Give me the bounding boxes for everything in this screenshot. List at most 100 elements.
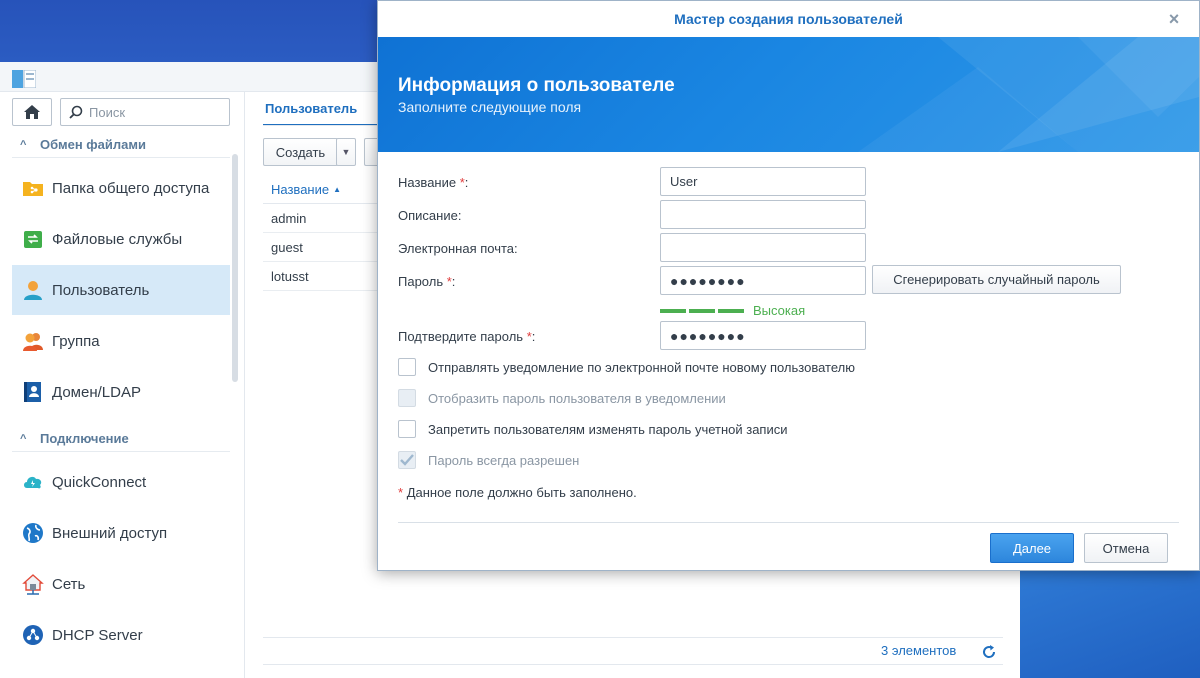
checkbox-send-notification[interactable]: Отправлять уведомление по электронной по…	[398, 358, 855, 376]
description-input[interactable]	[660, 200, 866, 229]
desktop-background-corner	[1020, 560, 1200, 678]
section-connectivity[interactable]: ^ Подключение	[12, 426, 230, 452]
email-label: Электронная почта:	[398, 241, 518, 256]
checkbox-label: Отправлять уведомление по электронной по…	[428, 359, 855, 375]
sidebar-item-network[interactable]: Сеть	[12, 559, 230, 609]
required-note-text: Данное поле должно быть заполнено.	[406, 485, 637, 500]
confirm-label-text: Подтвердите пароль	[398, 329, 524, 344]
checkbox-label: Запретить пользователям изменять пароль …	[428, 421, 788, 437]
sidebar-item-group[interactable]: Группа	[12, 316, 230, 366]
checkbox[interactable]	[398, 358, 416, 376]
dhcp-server-icon	[23, 625, 43, 645]
sidebar-item-label: QuickConnect	[52, 473, 147, 491]
sidebar-item-label: Внешний доступ	[52, 524, 168, 542]
checkbox-password-never-expires[interactable]: Пароль всегда разрешен	[398, 451, 579, 469]
checkbox-label: Отобразить пароль пользователя в уведомл…	[428, 390, 726, 406]
cell-user-name: admin	[271, 210, 307, 226]
user-icon	[24, 281, 42, 300]
item-count: 3 элементов	[881, 643, 957, 658]
cell-user-name: guest	[271, 239, 303, 255]
external-access-icon	[23, 523, 43, 543]
tab-users[interactable]: Пользователь	[263, 92, 383, 126]
sidebar-item-label: Пользователь	[52, 281, 150, 299]
sidebar: ^ Обмен файлами Папка общего доступа Фай…	[0, 92, 245, 678]
sort-asc-icon: ▲	[333, 185, 342, 194]
section-label: Подключение	[40, 431, 129, 446]
sidebar-item-quickconnect[interactable]: QuickConnect	[12, 457, 230, 507]
label-colon: :	[451, 274, 456, 289]
required-mark: *	[398, 485, 404, 500]
search-box[interactable]	[60, 98, 230, 126]
checkmark-icon	[400, 454, 414, 466]
sidebar-item-label: Папка общего доступа	[52, 179, 210, 197]
strength-bar	[718, 308, 744, 313]
required-field-note: * Данное поле должно быть заполнено.	[398, 485, 637, 500]
description-label: Описание:	[398, 208, 462, 223]
dialog-banner: Информация о пользователе Заполните след…	[378, 37, 1199, 152]
sidebar-item-dhcp-server[interactable]: DHCP Server	[12, 610, 230, 660]
create-button[interactable]: Создать	[263, 138, 338, 166]
name-input[interactable]: User	[660, 167, 866, 196]
dialog-titlebar[interactable]: Мастер создания пользователей ×	[378, 1, 1199, 37]
search-icon	[69, 105, 83, 119]
footer-divider	[263, 637, 1003, 638]
password-input[interactable]: ●●●●●●●●	[660, 266, 866, 295]
section-label: Обмен файлами	[40, 137, 146, 152]
name-input-value: User	[670, 174, 698, 189]
caret-down-icon: ▼	[341, 147, 351, 157]
column-name-header[interactable]: Название	[271, 182, 329, 197]
banner-title: Информация о пользователе	[398, 75, 675, 96]
refresh-icon[interactable]	[981, 644, 997, 660]
sidebar-item-label: Сеть	[52, 575, 86, 593]
sidebar-item-domain-ldap[interactable]: Домен/LDAP	[12, 367, 230, 417]
strength-bar	[660, 308, 686, 313]
home-button[interactable]	[12, 98, 52, 126]
network-icon	[22, 574, 44, 595]
sidebar-item-label: DHCP Server	[52, 626, 143, 644]
name-label-text: Название	[398, 175, 457, 190]
group-icon	[23, 333, 43, 351]
domain-ldap-icon	[24, 382, 41, 402]
name-label: Название *:	[398, 175, 468, 190]
password-strength-meter: Высокая	[660, 303, 805, 318]
sidebar-item-user[interactable]: Пользователь	[12, 265, 230, 315]
checkbox-label: Пароль всегда разрешен	[428, 452, 580, 468]
sidebar-item-label: Файловые службы	[52, 230, 183, 248]
section-file-sharing[interactable]: ^ Обмен файлами	[12, 132, 230, 158]
sidebar-item-shared-folder[interactable]: Папка общего доступа	[12, 163, 230, 213]
sidebar-item-label: Группа	[52, 332, 100, 350]
label-colon: :	[464, 175, 469, 190]
banner-subtitle: Заполните следующие поля	[398, 99, 582, 115]
create-user-wizard-dialog: Мастер создания пользователей × Информац…	[377, 0, 1200, 571]
cell-user-name: lotusst	[271, 268, 309, 284]
create-dropdown-button[interactable]: ▼	[336, 138, 356, 166]
search-input[interactable]	[89, 104, 219, 120]
footer-divider	[263, 664, 1003, 665]
confirm-password-input[interactable]: ●●●●●●●●	[660, 321, 866, 350]
close-icon[interactable]: ×	[1165, 10, 1183, 28]
sidebar-item-label: Домен/LDAP	[52, 383, 141, 401]
strength-text: Высокая	[753, 303, 806, 318]
dialog-title: Мастер создания пользователей	[674, 11, 903, 27]
password-label-text: Пароль	[398, 274, 444, 289]
checkbox-disallow-password-change[interactable]: Запретить пользователям изменять пароль …	[398, 420, 788, 438]
next-button[interactable]: Далее	[990, 533, 1074, 563]
email-input[interactable]	[660, 233, 866, 262]
checkbox[interactable]	[398, 389, 416, 407]
quickconnect-icon	[24, 476, 42, 489]
cancel-button[interactable]: Отмена	[1084, 533, 1168, 563]
checkbox-checked[interactable]	[398, 451, 416, 469]
password-input-value: ●●●●●●●●	[670, 272, 746, 289]
shared-folder-icon	[23, 182, 43, 196]
sidebar-scrollbar[interactable]	[232, 154, 238, 382]
generate-password-button[interactable]: Сгенерировать случайный пароль	[872, 265, 1121, 294]
control-panel-logo-icon	[12, 70, 36, 88]
checkbox[interactable]	[398, 420, 416, 438]
label-colon: :	[531, 329, 536, 344]
sidebar-item-external-access[interactable]: Внешний доступ	[12, 508, 230, 558]
confirm-password-label: Подтвердите пароль *:	[398, 329, 535, 344]
sidebar-item-file-services[interactable]: Файловые службы	[12, 214, 230, 264]
dialog-footer-divider	[398, 522, 1179, 523]
strength-bar	[689, 308, 715, 313]
checkbox-show-password[interactable]: Отобразить пароль пользователя в уведомл…	[398, 389, 726, 407]
